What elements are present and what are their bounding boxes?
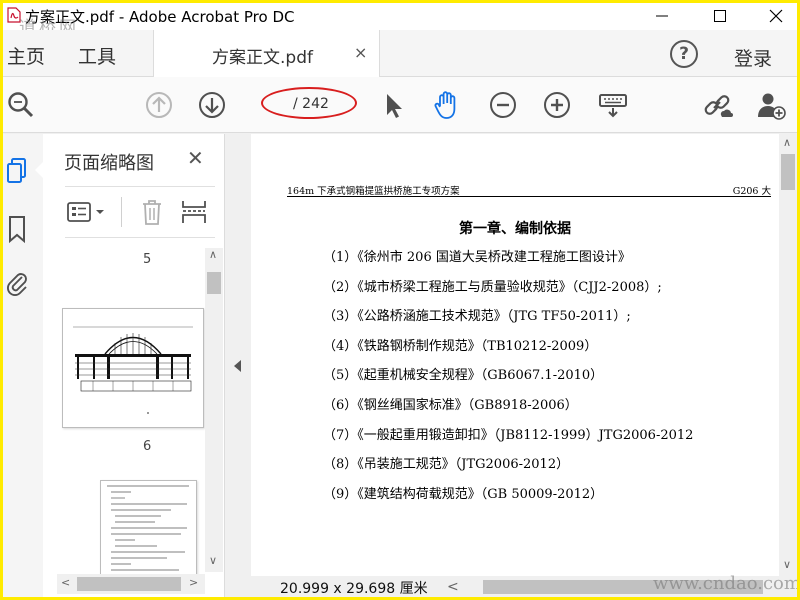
reference-item: （6）《钢丝绳国家标准》（GB8918-2006） (323, 397, 578, 413)
acrobat-window: 方案正文.pdf - Adobe Acrobat Pro DC 道桥网 主页 工… (3, 3, 797, 597)
minimize-button[interactable] (643, 3, 683, 30)
login-button[interactable]: 登录 (734, 44, 772, 71)
scroll-down-arrow[interactable]: ∨ (783, 558, 791, 571)
hand-tool-icon[interactable] (431, 89, 463, 121)
thumbnail-label: 6 (143, 439, 152, 454)
document-vertical-scrollbar[interactable]: ∧ ∨ (779, 134, 797, 576)
toolbar-divider (121, 197, 122, 227)
delete-page-icon[interactable] (139, 197, 165, 227)
close-window-button[interactable] (757, 3, 797, 30)
title-bar: 方案正文.pdf - Adobe Acrobat Pro DC 道桥网 (3, 3, 797, 38)
main-toolbar: / 242 (3, 77, 797, 133)
page-down-icon[interactable] (196, 89, 228, 121)
search-zoom-icon[interactable] (5, 89, 37, 121)
add-person-icon[interactable] (755, 89, 787, 121)
reference-item: （4）《铁路钢桥制作规范》（TB10212-2009） (323, 338, 598, 354)
help-button[interactable]: ? (670, 40, 698, 68)
thumbnail-label: 5 (143, 252, 152, 267)
reference-item: （9）《建筑结构荷载规范》（GB 50009-2012） (323, 486, 604, 502)
link-share-icon[interactable] (701, 89, 733, 121)
scroll-up-arrow[interactable]: ∧ (209, 248, 217, 261)
running-header: 164m 下承式钢箱提篮拱桥施工专项方案 G206 大 (287, 181, 771, 197)
page-thumbnails-icon[interactable] (5, 156, 29, 186)
tab-home[interactable]: 主页 (7, 42, 45, 69)
zoom-in-icon[interactable] (541, 89, 573, 121)
red-highlight-circle (261, 87, 357, 119)
panel-collapse-strip[interactable] (225, 134, 251, 597)
watermark-bottom-right: www.cndao.com (653, 573, 797, 594)
tab-tools[interactable]: 工具 (78, 42, 116, 69)
panel-title: 页面缩略图 (64, 153, 154, 174)
zoom-out-icon[interactable] (487, 89, 519, 121)
reference-item: （5）《起重机械安全规程》（GB6067.1-2010） (323, 368, 604, 384)
page-size-readout: 20.999 x 29.698 厘米 (280, 581, 428, 597)
reference-item: （7）《一般起重用锻造卸扣》（JB8112-1999）JTG2006-2012 (323, 427, 694, 443)
panel-toolbar (65, 186, 215, 238)
keyboard-icon[interactable] (597, 89, 629, 121)
thumbnails-vertical-scrollbar[interactable]: ∧ ∨ (205, 248, 223, 572)
maximize-button[interactable] (701, 3, 741, 30)
left-navigation-rail (3, 134, 43, 597)
chapter-title: 第一章、编制依据 (459, 221, 571, 237)
select-cursor-icon[interactable] (377, 89, 409, 121)
scroll-left-arrow[interactable]: < (61, 576, 70, 589)
bridge-drawing-preview (73, 326, 193, 414)
extract-pages-icon[interactable] (181, 197, 209, 227)
scroll-thumb[interactable] (77, 577, 181, 591)
running-header-right: G206 大 (732, 186, 771, 197)
thumbnail-page-7[interactable] (100, 480, 197, 580)
close-panel-button[interactable]: ✕ (187, 146, 204, 170)
thumbnails-panel: 页面缩略图 ✕ 5 6 ∧ ∨ < > (43, 134, 225, 597)
tab-bar: 主页 工具 方案正文.pdf × ? 登录 (3, 30, 797, 77)
attachment-icon[interactable] (5, 268, 29, 298)
scroll-right-arrow[interactable]: > (189, 576, 198, 589)
scroll-up-arrow[interactable]: ∧ (783, 136, 791, 149)
maximize-icon (714, 10, 726, 22)
reference-list: （1）《徐州市 206 国道大吴桥改建工程施工图设计》 （2）《城市桥梁工程施工… (323, 246, 693, 512)
minimize-icon (656, 15, 668, 17)
close-tab-button[interactable]: × (354, 43, 367, 62)
page-up-icon[interactable] (143, 89, 175, 121)
thumbnail-options-icon[interactable] (67, 201, 111, 225)
collapse-left-icon[interactable] (234, 360, 242, 372)
text-page-preview (107, 485, 189, 571)
document-tab-label: 方案正文.pdf (212, 48, 313, 68)
scroll-left-arrow[interactable]: < (447, 579, 459, 595)
thumbnails-horizontal-scrollbar[interactable]: < > (57, 574, 205, 594)
scroll-thumb[interactable] (207, 272, 221, 294)
reference-item: （1）《徐州市 206 国道大吴桥改建工程施工图设计》 (323, 250, 631, 265)
pdf-page: 164m 下承式钢箱提篮拱桥施工专项方案 G206 大 第一章、编制依据 （1）… (251, 134, 779, 576)
bookmark-icon[interactable] (5, 214, 29, 244)
reference-item: （8）《吊装施工规范》（JTG2006-2012） (323, 457, 570, 473)
reference-item: （3）《公路桥涵施工技术规范》（JTG TF50-2011）; (323, 309, 631, 325)
close-icon (769, 9, 783, 23)
thumbnail-page-6[interactable] (62, 308, 204, 428)
scroll-thumb[interactable] (781, 154, 795, 190)
active-panel-indicator (35, 162, 43, 178)
document-tab[interactable]: 方案正文.pdf × (153, 30, 380, 77)
reference-item: （2）《城市桥梁工程施工与质量验收规范》（CJJ2-2008）; (323, 279, 662, 295)
document-view: 164m 下承式钢箱提篮拱桥施工专项方案 G206 大 第一章、编制依据 （1）… (251, 134, 797, 597)
running-header-left: 164m 下承式钢箱提篮拱桥施工专项方案 (287, 186, 460, 197)
scroll-down-arrow[interactable]: ∨ (209, 554, 217, 567)
